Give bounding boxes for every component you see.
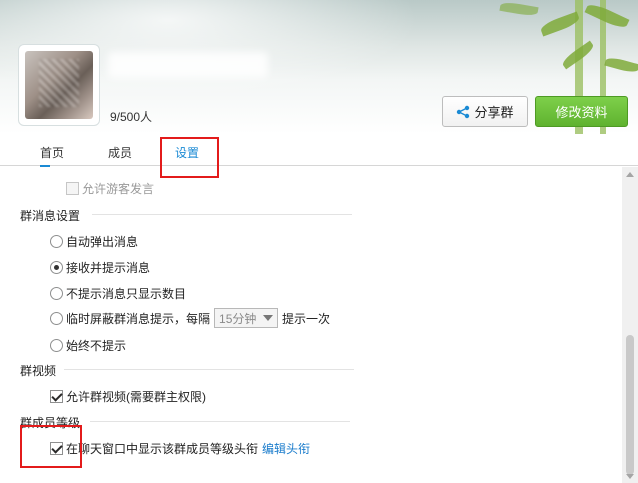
edit-profile-button[interactable]: 修改资料 <box>535 96 628 127</box>
radio-button[interactable] <box>50 339 63 352</box>
radio-label: 自动弹出消息 <box>66 235 139 249</box>
message-settings-title: 群消息设置 <box>20 209 81 223</box>
group-avatar-frame[interactable] <box>18 44 100 126</box>
radio-button[interactable] <box>50 261 63 274</box>
allow-guest-speak-label: 允许游客发言 <box>82 182 155 196</box>
radio-button[interactable] <box>50 287 63 300</box>
radio-label: 不提示消息只显示数目 <box>66 287 187 301</box>
section-divider <box>92 214 352 215</box>
scroll-down-icon[interactable] <box>626 474 634 479</box>
allow-video-checkbox[interactable] <box>50 390 63 403</box>
tab-home[interactable]: 首页 <box>40 144 64 161</box>
radio-button[interactable] <box>50 235 63 248</box>
highlight-box-level-checkbox <box>20 425 82 468</box>
scrollbar-thumb[interactable] <box>626 335 634 475</box>
radio-label: 接收并提示消息 <box>66 261 151 275</box>
show-level-row[interactable]: 在聊天窗口中显示该群成员等级头衔 编辑头衔 <box>50 440 310 457</box>
interval-select[interactable]: 15分钟 <box>214 308 279 328</box>
interval-select-value: 15分钟 <box>219 311 257 326</box>
interval-suffix-label: 提示一次 <box>282 311 331 326</box>
bamboo-leaf <box>604 55 638 75</box>
section-divider <box>90 421 350 422</box>
tab-members[interactable]: 成员 <box>108 144 132 161</box>
share-group-button[interactable]: 分享群 <box>442 96 528 127</box>
share-button-label: 分享群 <box>474 105 514 120</box>
scroll-up-icon[interactable] <box>626 172 634 177</box>
allow-video-label: 允许群视频(需要群主权限) <box>66 390 206 404</box>
group-avatar[interactable] <box>25 51 93 119</box>
radio-receive-notify[interactable]: 接收并提示消息 <box>50 259 150 276</box>
share-icon <box>457 105 470 118</box>
member-count: 9/500人 <box>110 110 153 124</box>
radio-never-notify[interactable]: 始终不提示 <box>50 337 126 354</box>
allow-guest-speak-row[interactable]: 允许游客发言 <box>66 180 154 197</box>
show-level-label: 在聊天窗口中显示该群成员等级头衔 <box>66 442 259 456</box>
bamboo-leaf <box>584 1 630 31</box>
group-name-blurred <box>108 52 268 78</box>
bamboo-leaf <box>499 0 539 18</box>
allow-video-row[interactable]: 允许群视频(需要群主权限) <box>50 388 206 405</box>
radio-auto-popup[interactable]: 自动弹出消息 <box>50 233 138 250</box>
tab-bar: 首页 成员 设置 <box>0 134 638 166</box>
group-video-title: 群视频 <box>20 364 57 378</box>
radio-label: 始终不提示 <box>66 339 127 353</box>
radio-count-only[interactable]: 不提示消息只显示数目 <box>50 285 186 302</box>
settings-panel: 允许游客发言 群消息设置 自动弹出消息 接收并提示消息 不提示消息只显示数目 临… <box>0 167 622 483</box>
chevron-down-icon <box>263 315 274 321</box>
section-divider <box>64 369 354 370</box>
radio-button[interactable] <box>50 311 63 325</box>
radio-label: 临时屏蔽群消息提示，每隔 <box>66 311 211 326</box>
radio-temp-mute[interactable]: 临时屏蔽群消息提示，每隔 15分钟 提示一次 <box>50 308 330 328</box>
edit-title-link[interactable]: 编辑头衔 <box>262 440 310 457</box>
allow-guest-speak-checkbox[interactable] <box>66 182 79 195</box>
